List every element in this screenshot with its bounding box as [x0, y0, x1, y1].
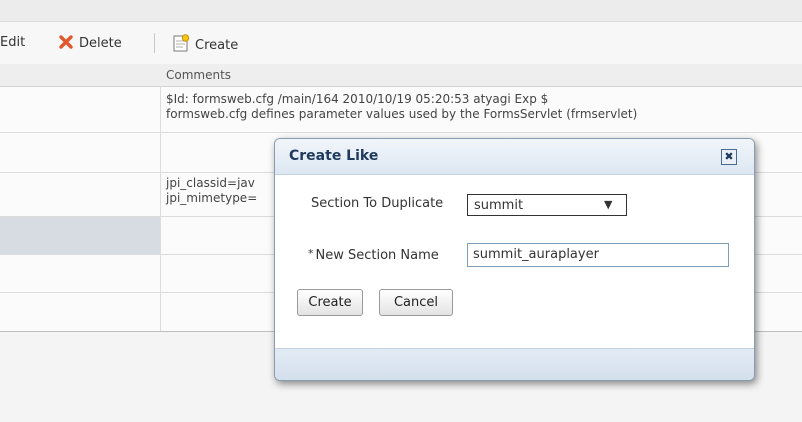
new-section-name-text: New Section Name: [315, 248, 439, 263]
delete-label: Delete: [79, 36, 122, 51]
dialog-footer: [275, 348, 754, 380]
comment-line: jpi_mimetype=: [166, 191, 258, 205]
section-to-duplicate-label: Section To Duplicate: [311, 196, 444, 211]
close-icon[interactable]: ✖: [721, 149, 737, 165]
selected-row[interactable]: [0, 216, 160, 254]
table-header: Comments: [0, 64, 802, 87]
create-label: Create: [195, 38, 239, 53]
delete-x-icon: [59, 35, 73, 49]
comment-line: jpi_classid=jav: [166, 176, 255, 190]
new-section-name-label: * New Section Name: [308, 247, 439, 263]
create-button-dialog[interactable]: Create: [297, 289, 363, 316]
required-asterisk: *: [308, 247, 314, 260]
comment-line: $Id: formsweb.cfg /main/164 2010/10/19 0…: [166, 92, 549, 106]
edit-button[interactable]: Edit: [0, 34, 25, 52]
comments-column-header: Comments: [166, 68, 232, 82]
create-button[interactable]: Create: [172, 34, 238, 55]
top-strip: [0, 0, 802, 22]
dialog-header: Create Like ✖: [275, 139, 754, 175]
table-row[interactable]: jpi_classid=jav jpi_mimetype=: [166, 176, 257, 206]
new-section-name-value: summit_auraplayer: [473, 247, 599, 262]
toolbar: Edit Delete Create: [0, 22, 802, 64]
comment-line: formsweb.cfg defines parameter values us…: [166, 107, 638, 121]
create-page-icon: [173, 34, 190, 52]
chevron-down-icon[interactable]: ▼: [604, 195, 612, 215]
section-to-duplicate-select[interactable]: summit ▼: [467, 194, 627, 216]
table-row[interactable]: $Id: formsweb.cfg /main/164 2010/10/19 0…: [166, 92, 637, 122]
selected-section-value: summit: [474, 198, 524, 213]
delete-button[interactable]: Delete: [58, 34, 122, 53]
new-section-name-input[interactable]: summit_auraplayer: [467, 243, 729, 267]
create-like-dialog: Create Like ✖ Section To Duplicate summi…: [274, 138, 755, 381]
row-divider: [0, 132, 802, 133]
cancel-button[interactable]: Cancel: [379, 289, 453, 316]
toolbar-separator: [154, 33, 155, 53]
dialog-title: Create Like: [289, 148, 379, 164]
column-divider: [160, 86, 161, 331]
